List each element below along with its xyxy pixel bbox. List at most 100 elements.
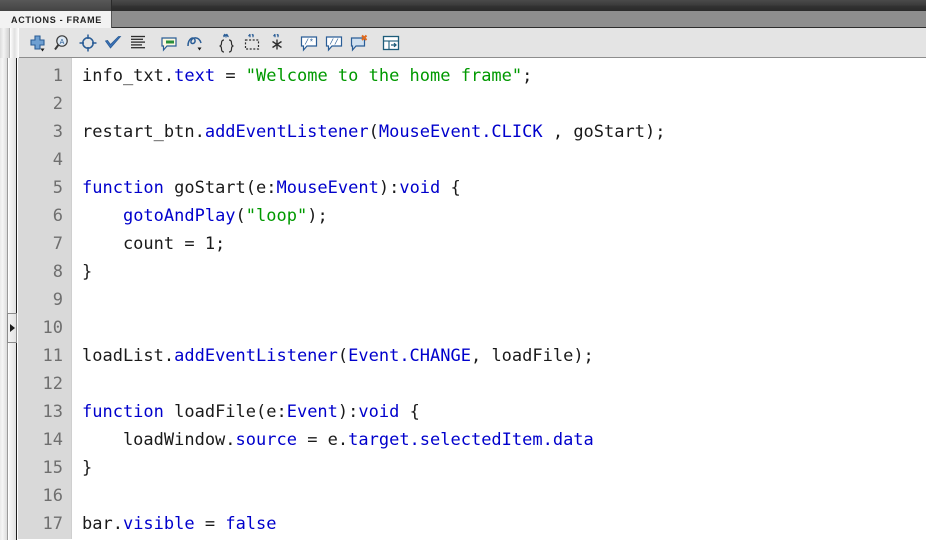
code-line[interactable] bbox=[82, 370, 926, 398]
add-statement-icon[interactable] bbox=[25, 31, 50, 55]
line-number: 1 bbox=[52, 66, 63, 86]
code-token-plain: count = 1; bbox=[82, 234, 226, 254]
tab-actions-frame[interactable]: ACTIONS - FRAME bbox=[0, 11, 112, 28]
panel-tabbar: ACTIONS - FRAME bbox=[0, 11, 926, 28]
code-line[interactable]: function goStart(e:MouseEvent):void { bbox=[82, 174, 926, 202]
code-line[interactable]: count = 1; bbox=[82, 230, 926, 258]
titlebar-segment bbox=[0, 0, 112, 11]
collapse-between-braces-icon[interactable] bbox=[214, 31, 239, 55]
remove-comment-icon[interactable] bbox=[346, 31, 371, 55]
code-token-prop: target.selectedItem.data bbox=[348, 430, 594, 450]
code-token-plain: = bbox=[194, 514, 226, 534]
code-text[interactable]: info_txt.text = "Welcome to the home fra… bbox=[72, 58, 926, 540]
code-token-plain: , loadFile); bbox=[470, 346, 594, 366]
code-line[interactable] bbox=[82, 482, 926, 510]
auto-format-icon[interactable] bbox=[125, 31, 150, 55]
tab-label: ACTIONS - FRAME bbox=[11, 14, 102, 25]
code-token-prop: Event bbox=[286, 402, 338, 422]
code-token-kw: void bbox=[399, 178, 441, 198]
line-number: 7 bbox=[52, 234, 63, 254]
script-editor: 1 2 3 4 5 6 7 8 9 10 11 12 13 14 15 16 17 info_txt.text … bbox=[0, 58, 926, 540]
script-assist-icon[interactable] bbox=[378, 31, 403, 55]
toolbar-drag-grip[interactable] bbox=[10, 27, 19, 58]
code-token-plain: loadList. bbox=[82, 346, 175, 366]
line-number: 6 bbox=[52, 206, 63, 226]
code-token-prop: text bbox=[174, 66, 216, 86]
insert-target-path-icon[interactable] bbox=[75, 31, 100, 55]
code-token-prop: addEventListener bbox=[174, 346, 338, 366]
toolbar-left-edge bbox=[0, 27, 10, 58]
code-token-plain: loadWindow. bbox=[82, 430, 236, 450]
code-line[interactable] bbox=[82, 286, 926, 314]
code-token-kw: false bbox=[225, 514, 277, 534]
find-replace-icon[interactable]: A bbox=[50, 31, 75, 55]
code-token-kw: void bbox=[358, 402, 400, 422]
expand-all-icon[interactable] bbox=[264, 31, 289, 55]
code-token-str: "Welcome to the home frame" bbox=[245, 66, 523, 86]
collapse-panel-button[interactable] bbox=[7, 313, 17, 343]
line-number: 11 bbox=[42, 346, 63, 366]
show-code-hint-icon[interactable] bbox=[157, 31, 182, 55]
line-number: 13 bbox=[42, 402, 63, 422]
panel-left-rail-inner bbox=[9, 58, 17, 540]
code-token-kw: function bbox=[82, 402, 164, 422]
toolbar-icon-group: A /* // bbox=[19, 31, 403, 55]
line-number: 4 bbox=[52, 150, 63, 170]
apply-line-comment-icon[interactable]: // bbox=[321, 31, 346, 55]
code-token-prop: visible bbox=[122, 514, 195, 534]
code-area[interactable]: 1 2 3 4 5 6 7 8 9 10 11 12 13 14 15 16 17 info_txt.text … bbox=[18, 58, 926, 540]
line-number: 14 bbox=[42, 430, 63, 450]
code-token-plain: { bbox=[440, 178, 461, 198]
line-number: 10 bbox=[42, 318, 63, 338]
apply-block-comment-icon[interactable]: /* bbox=[296, 31, 321, 55]
code-line[interactable]: restart_btn.addEventListener(MouseEvent.… bbox=[82, 118, 926, 146]
code-line[interactable]: loadWindow.source = e.target.selectedIte… bbox=[82, 426, 926, 454]
code-token-plain: ): bbox=[337, 402, 359, 422]
panel-left-rail-outer bbox=[0, 58, 8, 540]
line-number: 3 bbox=[52, 122, 63, 142]
code-token-plain: } bbox=[82, 262, 93, 282]
code-token-prop: MouseEvent bbox=[276, 178, 379, 198]
window-titlebar bbox=[0, 0, 926, 11]
code-line[interactable]: } bbox=[82, 258, 926, 286]
line-number: 12 bbox=[42, 374, 63, 394]
code-token-plain: ( bbox=[235, 206, 246, 226]
code-token-plain: ( bbox=[368, 122, 379, 142]
actions-toolbar: A /* // bbox=[0, 27, 926, 58]
line-number: 8 bbox=[52, 262, 63, 282]
line-number: 5 bbox=[52, 178, 63, 198]
line-number: 16 bbox=[42, 486, 63, 506]
code-token-prop: source bbox=[235, 430, 297, 450]
debug-options-icon[interactable] bbox=[182, 31, 207, 55]
code-token-plain: ); bbox=[307, 206, 328, 226]
code-token-plain: goStart(e: bbox=[163, 178, 277, 198]
code-line[interactable] bbox=[82, 90, 926, 118]
code-token-plain: ( bbox=[337, 346, 349, 366]
code-token-plain: ): bbox=[378, 178, 400, 198]
check-syntax-icon[interactable] bbox=[100, 31, 125, 55]
code-token-plain: info_txt. bbox=[82, 66, 175, 86]
code-token-plain: loadFile(e: bbox=[163, 402, 287, 422]
collapse-selection-icon[interactable] bbox=[239, 31, 264, 55]
code-line[interactable]: function loadFile(e:Event):void { bbox=[82, 398, 926, 426]
code-token-plain: { bbox=[399, 402, 420, 422]
code-line[interactable]: loadList.addEventListener(Event.CHANGE, … bbox=[82, 342, 926, 370]
code-token-prop: MouseEvent.CLICK bbox=[378, 122, 543, 142]
code-token-prop: addEventListener bbox=[204, 122, 369, 142]
code-line[interactable]: bar.visible = false bbox=[82, 510, 926, 538]
code-token-plain: , goStart); bbox=[542, 122, 666, 142]
line-number: 17 bbox=[42, 514, 63, 534]
code-line[interactable]: info_txt.text = "Welcome to the home fra… bbox=[82, 62, 926, 90]
code-token-prop: Event.CHANGE bbox=[348, 346, 471, 366]
code-line[interactable]: } bbox=[82, 454, 926, 482]
line-number: 2 bbox=[52, 94, 63, 114]
code-token-prop: gotoAndPlay bbox=[122, 206, 236, 226]
code-token-plain: restart_btn. bbox=[82, 122, 205, 142]
code-line[interactable] bbox=[82, 314, 926, 342]
code-line[interactable] bbox=[82, 146, 926, 174]
code-line[interactable]: gotoAndPlay("loop"); bbox=[82, 202, 926, 230]
svg-text:A: A bbox=[59, 39, 64, 46]
svg-text://: // bbox=[329, 38, 339, 47]
svg-text:/*: /* bbox=[304, 38, 314, 47]
code-token-plain: = e. bbox=[296, 430, 349, 450]
